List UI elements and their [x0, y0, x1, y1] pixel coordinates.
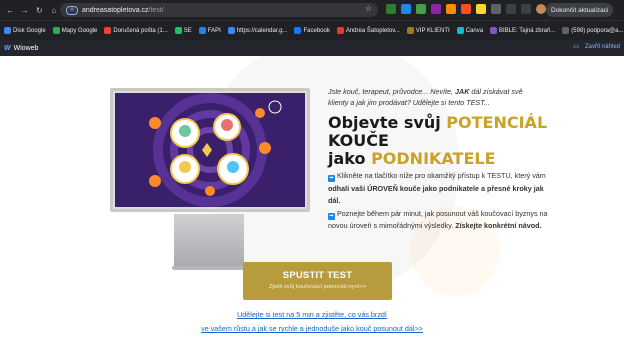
bookmark-icon	[294, 27, 302, 34]
bookmark-label: Andrea Šatopletov...	[345, 27, 400, 34]
headline-highlight: POTENCIÁL	[446, 113, 548, 132]
close-preview-link[interactable]: Zavřít náhled	[585, 44, 620, 50]
bookmark-icon	[174, 27, 182, 34]
bookmark-icon	[490, 27, 498, 34]
bookmark-icon	[4, 27, 11, 34]
bookmark-label: (598) podpora@a...	[571, 27, 624, 34]
bookmarks-bar: Disk Google Mapy Google Doručená pošta (1.…	[0, 20, 624, 40]
paragraph-bold: Získejte konkrétní návod.	[455, 221, 542, 230]
bookmark-item[interactable]: VIP KLIENTI	[406, 27, 450, 34]
bookmark-label: Disk Google	[13, 27, 46, 34]
extension-icon[interactable]	[386, 4, 396, 14]
download-icon[interactable]	[506, 4, 516, 14]
headline-part: KOUČE	[328, 131, 389, 150]
bookmark-icon	[104, 27, 112, 34]
bookmark-label: VIP KLIENTI	[415, 27, 450, 34]
bookmark-icon	[336, 27, 344, 34]
start-test-title: SPUSTIT TEST	[282, 270, 353, 281]
start-test-subtitle: Zjistit svůj koučovací potenciál nyní>>	[268, 284, 367, 290]
bookmark-item[interactable]: SE	[174, 27, 192, 34]
test-info-link[interactable]: Udělejte si test na 5 min a zjistěte, co…	[0, 310, 624, 319]
finish-update-button[interactable]: Dokončit aktualizaci	[546, 3, 614, 17]
extension-icon[interactable]	[446, 4, 456, 14]
monitor-illustration	[110, 88, 310, 212]
extension-icon[interactable]	[416, 4, 426, 14]
address-url: andreasatopletova.cz/test/	[82, 7, 164, 14]
page-headline: Objevte svůj POTENCIÁL KOUČE jako PODNIK…	[328, 114, 548, 168]
wioweb-logo-icon: W	[4, 44, 11, 52]
sidepanel-icon[interactable]	[521, 4, 531, 14]
bookmark-label: BIBLE: Tajná zbraň...	[499, 27, 556, 34]
site-settings-icon[interactable]: ⚙	[66, 5, 78, 15]
forward-icon[interactable]: →	[21, 6, 30, 15]
landing-page: Jste kouč, terapeut, průvodce... Nevíte,…	[0, 56, 624, 338]
bookmark-item[interactable]: Canva	[456, 27, 484, 34]
bookmark-icon	[456, 27, 464, 34]
browser-toolbar: ← → ↻ ⌂ ⚙ andreasatopletova.cz/test/ ☆ D…	[0, 0, 624, 20]
wioweb-bar: W Wioweb ▭ Zavřít náhled	[0, 40, 624, 56]
bookmark-icon	[198, 27, 206, 34]
arrow-right-icon: ➡	[328, 175, 335, 182]
bookmark-icon	[562, 27, 570, 34]
bookmark-item[interactable]: FAPI	[198, 27, 221, 34]
bookmark-label: Mapy Google	[61, 27, 98, 34]
bookmark-item[interactable]: (598) podpora@a...	[562, 27, 623, 34]
extension-icon[interactable]	[431, 4, 441, 14]
bookmark-icon	[52, 27, 60, 34]
bookmark-icon	[406, 27, 414, 34]
bookmark-item[interactable]: Andrea Šatopletov...	[336, 27, 400, 34]
bookmark-item[interactable]: Disk Google	[4, 27, 46, 34]
back-icon[interactable]: ←	[6, 6, 15, 15]
extension-icon[interactable]	[461, 4, 471, 14]
headline-part: jako	[328, 149, 372, 168]
paragraph-part: Klikněte na tlačítko níže pro okamžitý p…	[337, 171, 546, 180]
description-text: ➡ Klikněte na tlačítko níže pro okamžitý …	[328, 170, 548, 233]
arrow-right-icon: ➡	[328, 212, 335, 220]
bookmark-label: FAPI	[207, 27, 221, 34]
extension-icon[interactable]	[476, 4, 486, 14]
profile-avatar[interactable]	[536, 4, 546, 14]
monitor-stand	[174, 214, 244, 268]
start-test-button[interactable]: SPUSTIT TEST Zjistit svůj koučovací pote…	[243, 262, 392, 300]
wioweb-logo-text: Wioweb	[13, 44, 39, 52]
headline-highlight: PODNIKATELE	[371, 149, 496, 168]
reload-icon[interactable]: ↻	[35, 6, 44, 15]
bookmark-item[interactable]: BIBLE: Tajná zbraň...	[490, 27, 555, 34]
bookmark-item[interactable]: Doručená pošta (1...	[104, 27, 168, 34]
bookmark-star-icon[interactable]: ☆	[365, 4, 372, 13]
bookmark-label: SE	[183, 27, 192, 34]
intro-bold: JAK	[455, 87, 470, 96]
test-info-link-2[interactable]: ve vašem růstu a jak se rychle a jednodu…	[0, 324, 624, 333]
bookmark-label: Facebook	[303, 27, 330, 34]
extensions-bar	[386, 4, 546, 14]
puzzle-icon[interactable]	[491, 4, 501, 14]
bookmark-label: Doručená pošta (1...	[113, 27, 168, 34]
headline-part: Objevte svůj	[328, 113, 447, 132]
test-illustration-image	[115, 93, 305, 207]
bookmark-label: https://calendar.g...	[236, 27, 288, 34]
url-host: andreasatopletova.cz	[82, 6, 149, 14]
bookmark-icon	[227, 27, 235, 34]
bookmark-item[interactable]: Mapy Google	[52, 27, 98, 34]
intro-part: Jste kouč, terapeut, průvodce... Nevíte,	[328, 87, 456, 96]
bookmark-item[interactable]: https://calendar.g...	[227, 27, 288, 34]
bookmark-item[interactable]: Facebook	[294, 27, 330, 34]
url-path: /test/	[148, 6, 164, 14]
monitor-icon[interactable]: ▭	[573, 43, 579, 50]
home-icon[interactable]: ⌂	[50, 6, 59, 15]
paragraph-bold: odhalí vaši ÚROVEŇ kouče jako podnikatel…	[328, 183, 544, 206]
address-bar[interactable]: ⚙ andreasatopletova.cz/test/ ☆	[60, 3, 378, 17]
intro-text: Jste kouč, terapeut, průvodce... Nevíte,…	[328, 86, 543, 108]
bookmark-label: Canva	[465, 27, 484, 34]
monitor-base	[172, 266, 246, 270]
extension-icon[interactable]	[401, 4, 411, 14]
